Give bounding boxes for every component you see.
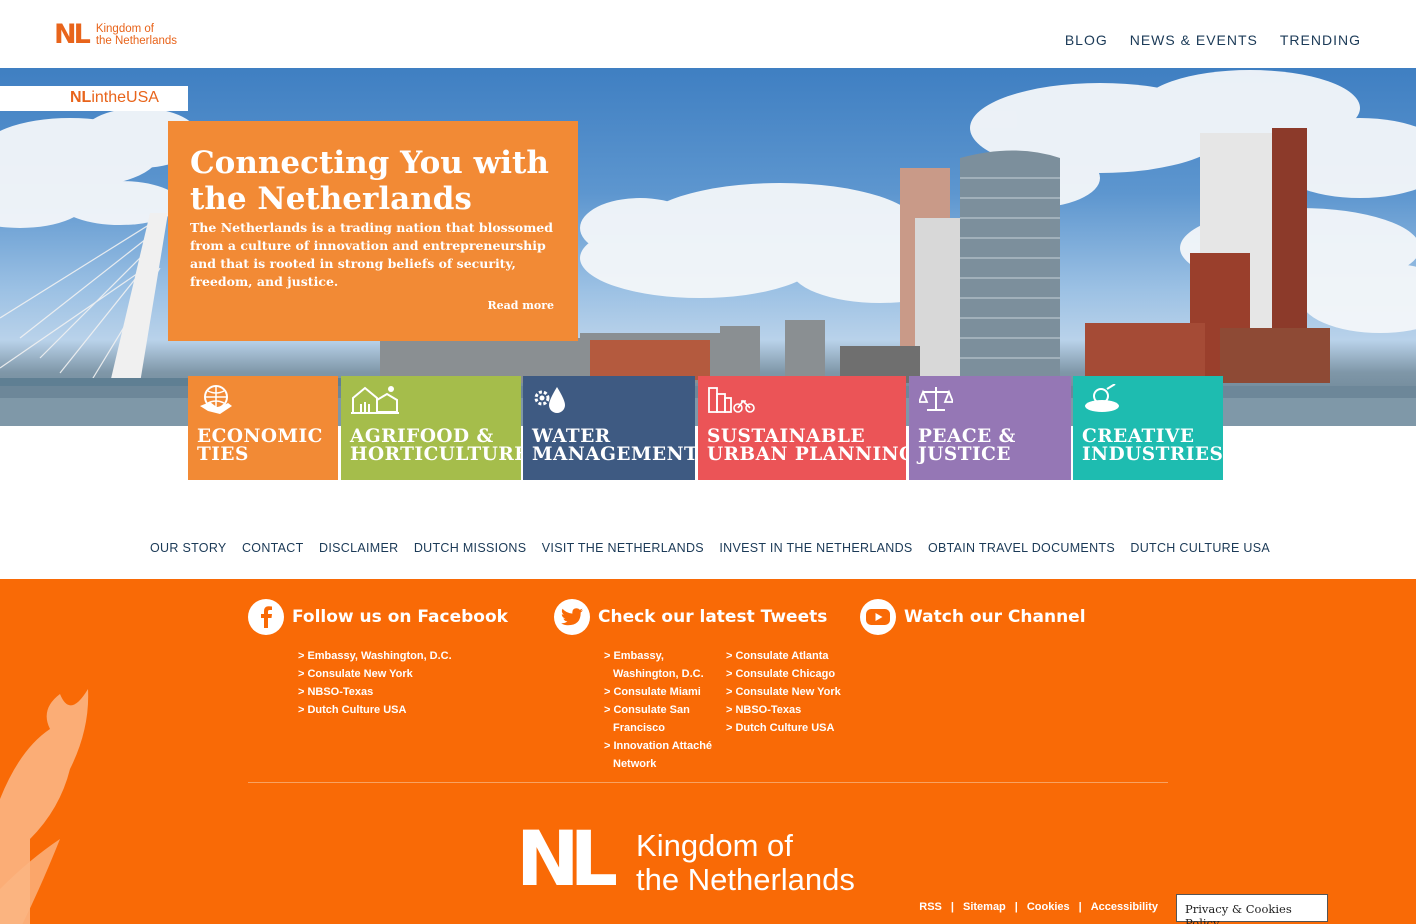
tile-water-management[interactable]: WATER MANAGEMENT [523,376,699,480]
youtube-section: Watch our Channel [860,599,1086,635]
separator: | [950,901,954,913]
logo-mark: NL [54,19,91,50]
scales-icon [919,387,953,411]
facebook-icon[interactable] [248,599,284,635]
footer-divider [248,782,1168,783]
footer-link-dutch-culture[interactable]: DUTCH CULTURE USA [1130,541,1270,555]
hero-intro-box: Connecting You with the Netherlands The … [168,121,578,341]
city-bike-icon [708,387,755,413]
separator: | [1014,901,1018,913]
logo-text-line2: the Netherlands [95,34,178,47]
facebook-links: > Embassy, Washington, D.C. > Consulate Ne… [298,647,452,719]
tile-label: AGRIFOOD & HORTICULTURE [350,426,529,465]
nav-blog[interactable]: BLOG [1065,32,1108,48]
hero-title: Connecting You with the Netherlands [190,145,549,217]
top-nav: BLOG NEWS & EVENTS TRENDING [1065,32,1361,48]
list-item[interactable]: > Consulate San Francisco [604,701,712,737]
tile-agrifood-horticulture[interactable]: AGRIFOOD & HORTICULTURE [341,376,528,480]
youtube-title: Watch our Channel [904,607,1086,627]
twitter-links-col2: > Consulate Atlanta > Consulate Chicago > C… [726,647,841,737]
separator: | [1078,901,1082,913]
tile-peace-justice[interactable]: PEACE & JUSTICE [909,376,1071,480]
twitter-title: Check our latest Tweets [598,607,828,627]
nav-news-events[interactable]: NEWS & EVENTS [1130,32,1258,48]
footer-link-visit[interactable]: VISIT THE NETHERLANDS [542,541,704,555]
tile-label: PEACE & JUSTICE [918,426,1016,465]
logo-text: Kingdom of the Netherlands [96,23,177,47]
list-item[interactable]: > NBSO-Texas [298,683,452,701]
list-item[interactable]: > Dutch Culture USA [298,701,452,719]
badge-rest: intheUSA [91,89,159,106]
footer-link-disclaimer[interactable]: DISCLAIMER [319,541,398,555]
read-more-link[interactable]: Read more [487,299,554,312]
nav-trending[interactable]: TRENDING [1280,32,1361,48]
list-item[interactable]: > NBSO-Texas [726,701,841,719]
tile-label: SUSTAINABLE URBAN PLANNING [707,426,916,465]
tile-sustainable-urban-planning[interactable]: SUSTAINABLE URBAN PLANNING [698,376,915,480]
footer-bottom-links: RSS | Sitemap | Cookies | Accessibility [919,901,1158,913]
greenhouse-icon [351,386,399,414]
tile-label: CREATIVE INDUSTRIES [1082,426,1224,465]
site-header: NL Kingdom of the Netherlands BLOG NEWS … [0,0,1416,68]
list-item[interactable]: > Consulate Atlanta [726,647,841,665]
site-logo[interactable]: NL Kingdom of the Netherlands [54,21,177,48]
tile-label: ECONOMIC TIES [197,426,323,465]
badge-strong: NL [70,89,92,106]
tile-label: WATER MANAGEMENT [532,426,699,465]
list-item[interactable]: > Consulate Chicago [726,665,841,683]
list-item[interactable]: > Innovation Attaché Network [604,737,712,773]
dj-turntable-icon [1085,384,1119,412]
footer-link-invest[interactable]: INVEST IN THE NETHERLANDS [719,541,912,555]
footer-link-dutch-missions[interactable]: DUTCH MISSIONS [414,541,527,555]
site-footer: Follow us on Facebook > Embassy, Washingt… [0,579,1416,924]
list-item[interactable]: > Embassy, Washington, D.C. [604,647,712,683]
footer-nav: OUR STORY CONTACT DISCLAIMER DUTCH MISSI… [150,541,1270,555]
footer-link-travel-documents[interactable]: OBTAIN TRAVEL DOCUMENTS [928,541,1115,555]
nl-in-the-usa-badge[interactable]: NLintheUSA [0,86,188,111]
footer-link-contact[interactable]: CONTACT [242,541,304,555]
twitter-links-col1: > Embassy, Washington, D.C. > Consulate Mia… [604,647,712,773]
twitter-section: Check our latest Tweets [554,599,827,635]
footer-link-our-story[interactable]: OUR STORY [150,541,227,555]
hero-banner: NLintheUSA Connecting You with the Nethe… [0,68,1416,426]
footer-logo: NL Kingdom of the Netherlands [516,821,855,897]
facebook-title: Follow us on Facebook [292,607,508,627]
page: NL Kingdom of the Netherlands BLOG NEWS … [0,0,1416,924]
tile-economic-ties[interactable]: ECONOMIC TIES [188,376,338,480]
facebook-section: Follow us on Facebook [248,599,508,635]
privacy-cookies-policy-button[interactable]: Privacy & Cookies Policy [1176,894,1328,924]
logo-text-line1: Kingdom of [95,22,154,35]
handshake-globe-icon [200,385,232,414]
cookies-link[interactable]: Cookies [1027,901,1070,913]
list-item[interactable]: > Consulate New York [726,683,841,701]
tulip-graphic [0,689,89,924]
list-item[interactable]: > Embassy, Washington, D.C. [298,647,452,665]
list-item[interactable]: > Consulate Miami [604,683,712,701]
sitemap-link[interactable]: Sitemap [963,901,1006,913]
rss-link[interactable]: RSS [919,901,942,913]
hero-body: The Netherlands is a trading nation that… [190,220,553,289]
list-item[interactable]: > Consulate New York [298,665,452,683]
twitter-icon[interactable] [554,599,590,635]
footer-logo-mark: NL [516,814,618,903]
tile-creative-industries[interactable]: CREATIVE INDUSTRIES [1073,376,1223,480]
accessibility-link[interactable]: Accessibility [1091,901,1158,913]
youtube-icon[interactable] [860,599,896,635]
water-drop-gear-icon [534,387,565,413]
footer-logo-text: Kingdom of the Netherlands [636,828,855,897]
list-item[interactable]: > Dutch Culture USA [726,719,841,737]
